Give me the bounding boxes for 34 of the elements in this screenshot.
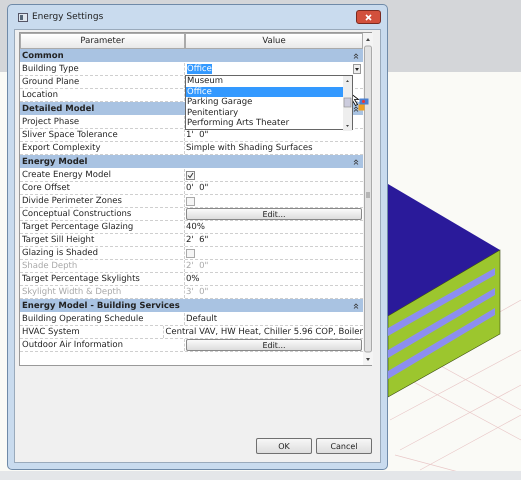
- parameter-cell: Project Phase: [20, 116, 185, 128]
- parameter-cell: Core Offset: [20, 182, 185, 194]
- value-cell: 3' 0": [186, 287, 208, 297]
- parameter-cell: Target Percentage Skylights: [20, 273, 185, 285]
- value-cell: Central VAV, HW Heat, Chiller 5.96 COP, Boiler: [165, 327, 363, 337]
- parameter-cell: Divide Perimeter Zones: [20, 195, 185, 207]
- group-title: Energy Model - Building Services: [22, 300, 180, 310]
- window-title: Energy Settings: [32, 12, 104, 22]
- parameter-cell: Sliver Space Tolerance: [20, 129, 185, 141]
- value-cell: 40%: [186, 222, 205, 232]
- parameter-cell: Target Percentage Glazing: [20, 221, 185, 233]
- value-cell: 2' 0": [186, 261, 208, 271]
- value-cell: 1' 0": [186, 130, 208, 140]
- group-title: Common: [22, 50, 64, 60]
- parameter-cell: Outdoor Air Information: [20, 339, 185, 351]
- parameter-cell: Location: [20, 89, 185, 101]
- parameter-cell: Building Type: [20, 63, 185, 75]
- value-cell: Simple with Shading Surfaces: [186, 143, 313, 153]
- value-cell: 0%: [186, 274, 200, 284]
- parameter-cell: Skylight Width & Depth: [20, 286, 185, 298]
- parameter-cell: Glazing is Shaded: [20, 247, 185, 259]
- parameter-cell: Conceptual Constructions: [20, 208, 185, 220]
- group-title: Detailed Model: [22, 104, 94, 114]
- value-cell: 2' 6": [186, 235, 208, 245]
- group-title: Energy Model: [22, 156, 88, 166]
- parameter-cell: Export Complexity: [20, 142, 185, 154]
- parameter-cell: Create Energy Model: [20, 169, 185, 181]
- parameter-cell: Building Operating Schedule: [20, 313, 185, 325]
- value-cell: 0' 0": [186, 183, 208, 193]
- parameter-cell: Shade Depth: [20, 260, 185, 272]
- value-cell: Default: [186, 314, 218, 324]
- parameter-cell: Target Sill Height: [20, 234, 185, 246]
- parameter-cell: Ground Plane: [20, 76, 185, 88]
- parameter-cell: HVAC System: [20, 326, 164, 338]
